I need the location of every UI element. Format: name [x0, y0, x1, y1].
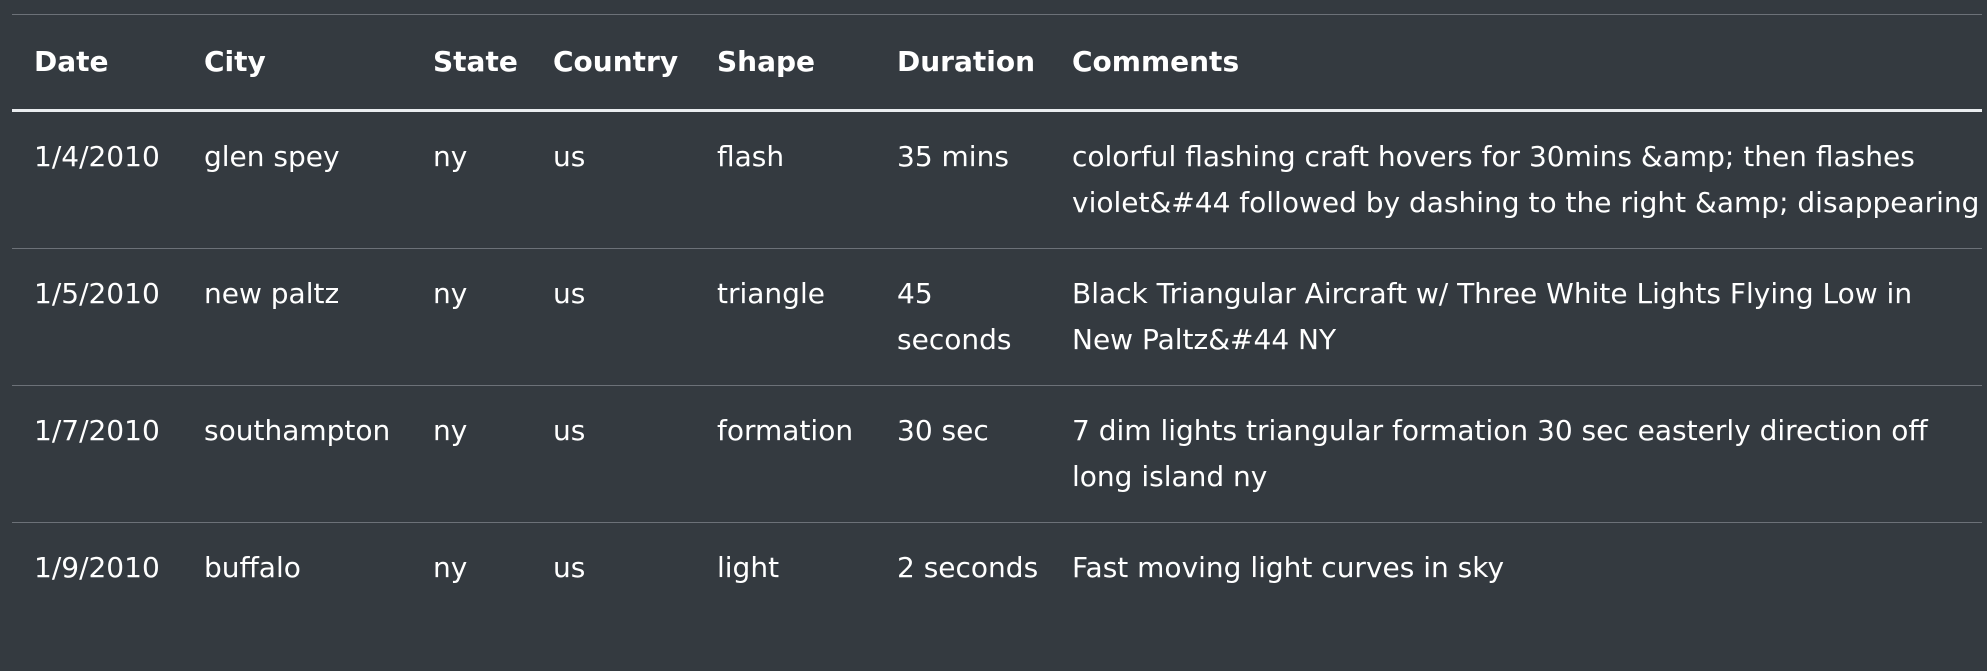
table-row: 1/4/2010 glen spey ny us flash 35 mins c…	[12, 110, 1982, 249]
cell-city: buffalo	[204, 551, 301, 584]
header-comments[interactable]: Comments	[1050, 14, 1982, 112]
table-row: 1/7/2010 southampton ny us formation 30 …	[12, 385, 1982, 523]
cell-country: us	[531, 110, 695, 249]
cell-country: us	[531, 385, 695, 523]
header-country[interactable]: Country	[531, 14, 695, 112]
cell-date: 1/4/2010	[12, 110, 182, 249]
cell-state: ny	[411, 385, 531, 523]
cell-shape: light	[717, 551, 780, 584]
table-body: 1/4/2010 glen spey ny us flash 35 mins c…	[12, 110, 1982, 614]
cell-duration: 35 mins	[875, 110, 1050, 249]
cell-comments: 7 dim lights triangular formation 30 sec…	[1050, 385, 1982, 523]
cell-state: ny	[411, 110, 531, 249]
cell-duration: 45 seconds	[875, 248, 1050, 386]
cell-date: 1/7/2010	[12, 385, 182, 523]
header-state[interactable]: State	[411, 14, 531, 112]
cell-country: us	[531, 248, 695, 386]
header-duration[interactable]: Duration	[875, 14, 1050, 112]
cell-duration: 30 sec	[875, 385, 1050, 523]
cell-state: ny	[411, 248, 531, 386]
cell-duration: 2 seconds	[897, 551, 1039, 584]
ufo-sightings-table: Date City State Country Shape Duration C…	[12, 14, 1982, 613]
cell-city: new paltz	[182, 248, 411, 386]
cell-comments: colorful flashing craft hovers for 30min…	[1050, 110, 1982, 249]
cell-comments: Black Triangular Aircraft w/ Three White…	[1050, 248, 1982, 386]
ufo-sightings-table-container: Date City State Country Shape Duration C…	[12, 14, 1982, 613]
cell-country: us	[553, 551, 586, 584]
cell-shape: formation	[695, 385, 875, 523]
cell-shape: flash	[695, 110, 875, 249]
cell-date: 1/9/2010	[34, 551, 160, 584]
header-city[interactable]: City	[182, 14, 411, 112]
table-row: 1/5/2010 new paltz ny us triangle 45 sec…	[12, 248, 1982, 386]
cell-city: southampton	[182, 385, 411, 523]
table-header: Date City State Country Shape Duration C…	[12, 14, 1982, 112]
cell-comments: Fast moving light curves in sky	[1072, 551, 1505, 584]
header-date[interactable]: Date	[12, 14, 182, 112]
cell-state: ny	[433, 551, 468, 584]
cell-date: 1/5/2010	[12, 248, 182, 386]
cell-city: glen spey	[182, 110, 411, 249]
header-row: Date City State Country Shape Duration C…	[12, 14, 1982, 112]
table-row: 1/9/2010 buffalo ny us light 2 seconds F…	[12, 523, 1982, 614]
cell-shape: triangle	[695, 248, 875, 386]
header-shape[interactable]: Shape	[695, 14, 875, 112]
